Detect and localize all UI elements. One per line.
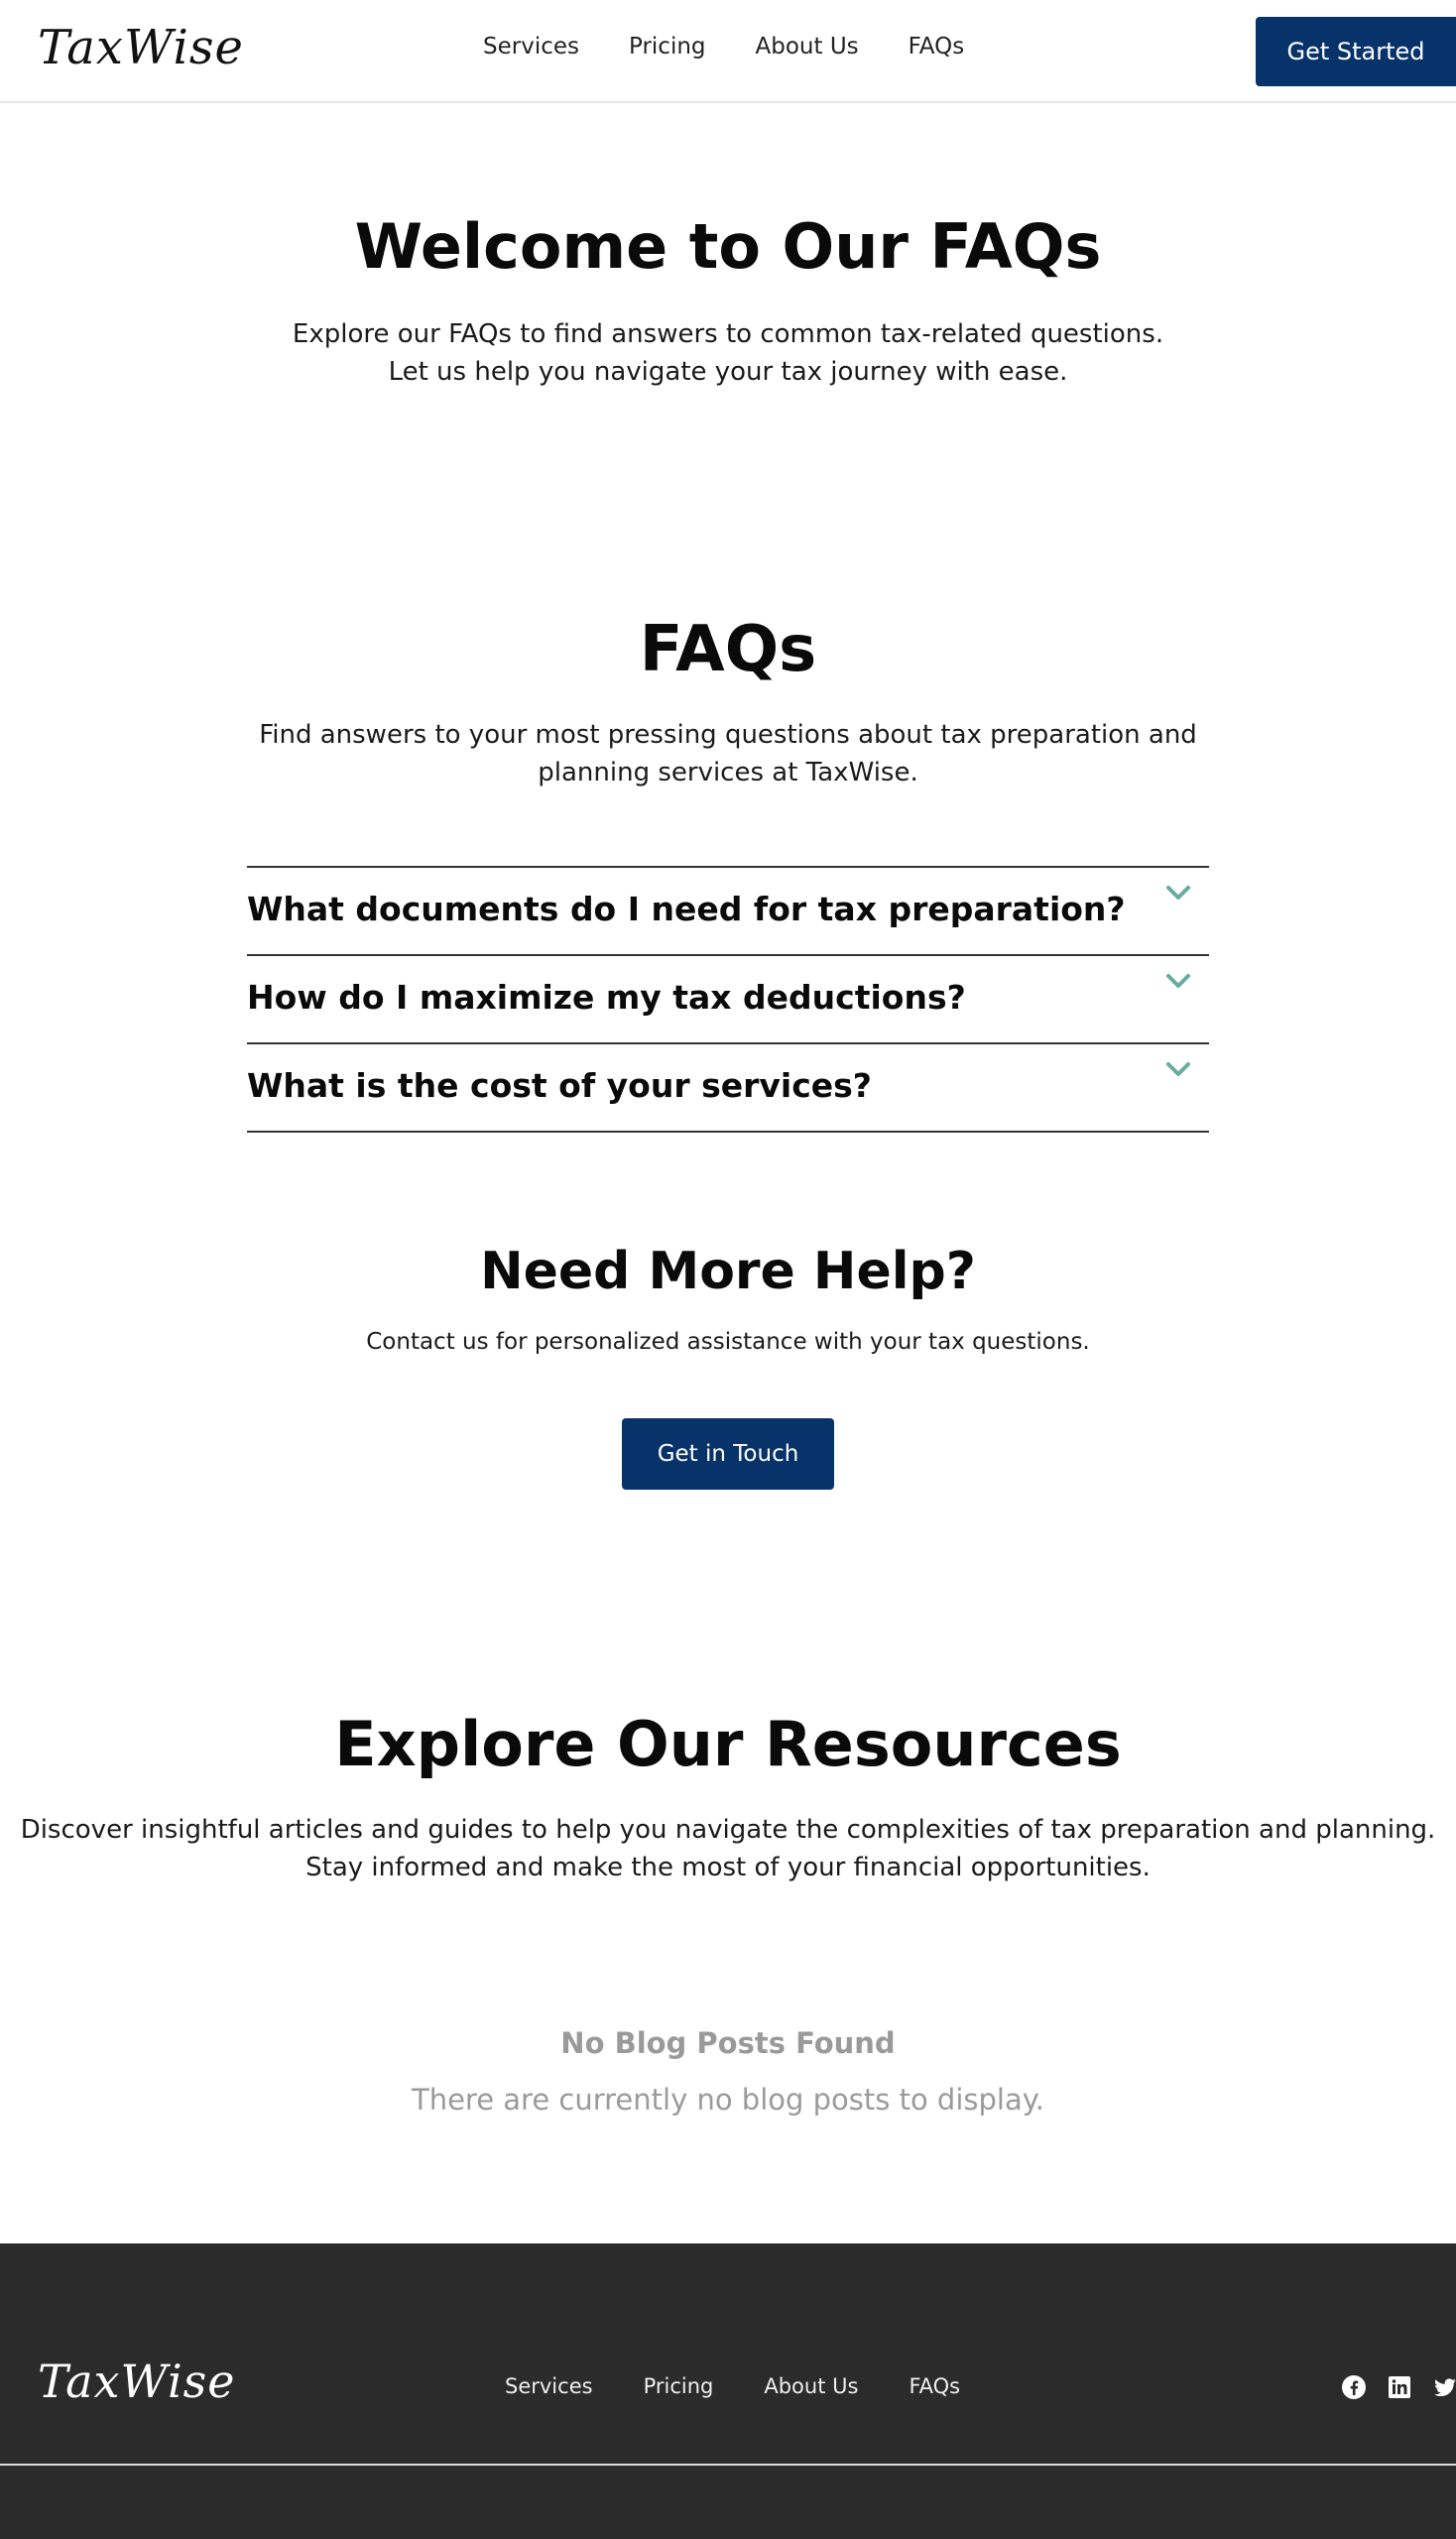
site-header: TaxWise Services Pricing About Us FAQs G… <box>0 0 1456 103</box>
resources-title: Explore Our Resources <box>334 1708 1122 1780</box>
footer-link-services[interactable]: Services <box>505 2374 593 2398</box>
faq-item[interactable]: What is the cost of your services? <box>247 1044 1209 1133</box>
chevron-down-icon <box>1166 974 1190 988</box>
footer-divider <box>0 2464 1456 2466</box>
chevron-down-icon <box>1166 886 1190 900</box>
footer-link-pricing[interactable]: Pricing <box>644 2374 714 2398</box>
logo[interactable]: TaxWise <box>38 20 244 75</box>
faq-title: FAQs <box>639 613 817 686</box>
get-started-button[interactable]: Get Started <box>1256 17 1456 86</box>
nav-link-pricing[interactable]: Pricing <box>629 34 706 60</box>
faq-item[interactable]: How do I maximize my tax deductions? <box>247 956 1209 1044</box>
nav-link-services[interactable]: Services <box>483 34 579 60</box>
faq-question: How do I maximize my tax deductions? <box>247 978 966 1017</box>
help-text: Contact us for personalized assistance w… <box>366 1329 1090 1355</box>
footer-link-faqs[interactable]: FAQs <box>909 2374 960 2398</box>
chevron-down-icon <box>1166 1062 1190 1076</box>
linkedin-icon[interactable] <box>1387 2374 1412 2400</box>
facebook-icon[interactable] <box>1341 2374 1367 2400</box>
main-nav: Services Pricing About Us FAQs <box>483 34 964 60</box>
hero-text: Explore our FAQs to find answers to comm… <box>292 319 1164 387</box>
footer-nav: Services Pricing About Us FAQs <box>505 2374 960 2398</box>
footer-link-about-us[interactable]: About Us <box>764 2374 858 2398</box>
social-links <box>1341 2374 1456 2400</box>
empty-state-title: No Blog Posts Found <box>560 2026 896 2060</box>
help-title: Need More Help? <box>480 1242 976 1301</box>
nav-link-faqs[interactable]: FAQs <box>909 34 965 60</box>
get-in-touch-button[interactable]: Get in Touch <box>622 1418 834 1490</box>
faq-subtitle: Find answers to your most pressing quest… <box>259 720 1197 787</box>
resources-text: Discover insightful articles and guides … <box>20 1815 1436 1882</box>
empty-state-text: There are currently no blog posts to dis… <box>412 2083 1044 2116</box>
hero-title: Welcome to Our FAQs <box>354 210 1102 283</box>
faq-accordion: What documents do I need for tax prepara… <box>247 866 1209 1133</box>
site-footer: TaxWise Services Pricing About Us FAQs <box>0 2243 1456 2539</box>
faq-question: What documents do I need for tax prepara… <box>247 890 1126 928</box>
footer-logo[interactable]: TaxWise <box>38 2355 236 2408</box>
faq-question: What is the cost of your services? <box>247 1066 872 1105</box>
nav-link-about-us[interactable]: About Us <box>756 34 859 60</box>
twitter-icon[interactable] <box>1432 2374 1456 2400</box>
faq-item[interactable]: What documents do I need for tax prepara… <box>247 868 1209 956</box>
